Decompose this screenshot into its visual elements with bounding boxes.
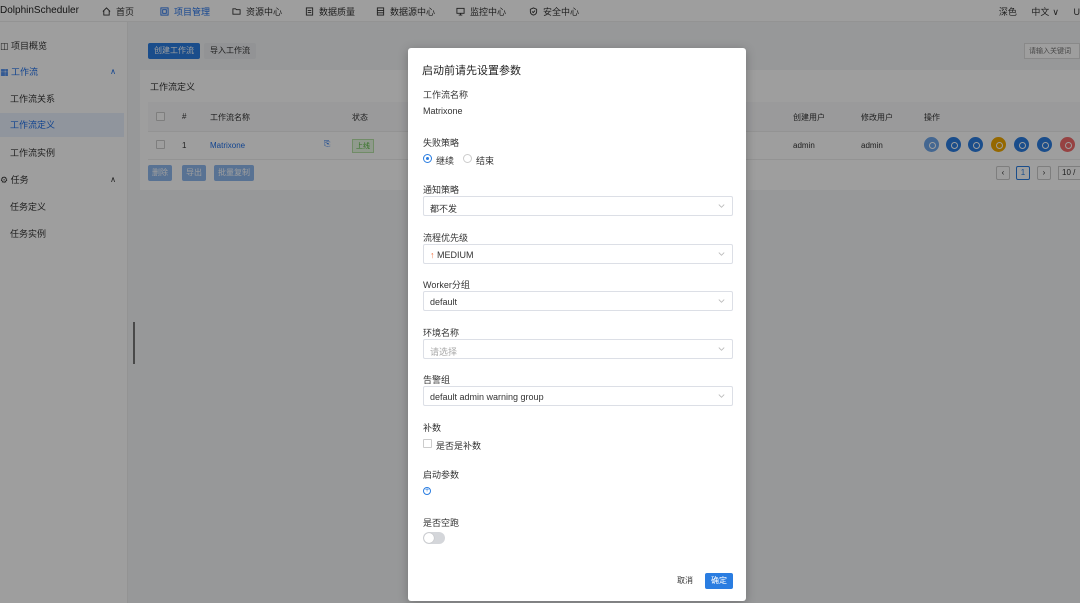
complement-label: 补数 [423, 423, 442, 433]
add-param-icon[interactable]: + [423, 487, 431, 495]
complement-checkbox-label: 是否是补数 [436, 441, 482, 451]
priority-label: 流程优先级 [423, 233, 469, 243]
notify-strategy-select[interactable]: 都不发 [423, 196, 733, 216]
dry-run-toggle[interactable] [423, 532, 445, 544]
fail-end-radio[interactable] [463, 154, 472, 163]
fail-strategy-label: 失败策略 [423, 138, 460, 148]
chevron-down-icon [718, 394, 725, 398]
cancel-button[interactable]: 取消 [671, 573, 699, 589]
modal-title: 启动前请先设置参数 [422, 65, 521, 77]
worker-group-select[interactable]: default [423, 291, 733, 311]
priority-select[interactable]: ↑ MEDIUM [423, 244, 733, 264]
fail-continue-label: 继续 [436, 156, 455, 166]
confirm-button[interactable]: 确定 [705, 573, 733, 589]
alert-group-label: 告警组 [423, 375, 451, 385]
fail-end-label: 结束 [476, 156, 495, 166]
environment-placeholder: 请选择 [430, 347, 458, 357]
chevron-down-icon [718, 204, 725, 208]
complement-checkbox[interactable] [423, 439, 432, 448]
alert-group-select[interactable]: default admin warning group [423, 386, 733, 406]
start-params-modal: 启动前请先设置参数 工作流名称 Matrixone 失败策略 继续 结束 通知策… [408, 48, 746, 601]
workflow-name-label: 工作流名称 [423, 90, 469, 100]
environment-label: 环境名称 [423, 328, 460, 338]
notify-strategy-label: 通知策略 [423, 185, 460, 195]
notify-strategy-value: 都不发 [430, 204, 458, 214]
environment-select[interactable]: 请选择 [423, 339, 733, 359]
dry-run-label: 是否空跑 [423, 518, 460, 528]
alert-group-value: default admin warning group [430, 392, 544, 402]
arrow-up-icon: ↑ [430, 250, 438, 260]
chevron-down-icon [718, 347, 725, 351]
startup-params-label: 启动参数 [423, 470, 460, 480]
chevron-down-icon [718, 299, 725, 303]
priority-value: MEDIUM [437, 250, 474, 260]
worker-group-value: default [430, 297, 458, 307]
priority-value-wrap: ↑ MEDIUM [430, 250, 474, 260]
worker-group-label: Worker分组 [423, 280, 470, 290]
fail-continue-radio[interactable] [423, 154, 432, 163]
workflow-name-value: Matrixone [423, 106, 463, 116]
chevron-down-icon [718, 252, 725, 256]
